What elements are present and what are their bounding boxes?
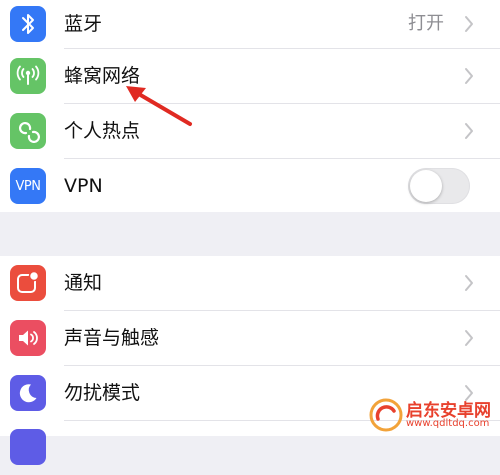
bluetooth-status: 打开 [408,13,444,34]
annotation-arrow-icon [126,86,192,126]
chevron-right-icon [464,122,474,144]
sounds-label: 声音与触感 [64,327,160,349]
screen-time-icon [10,429,46,465]
notifications-label: 通知 [64,272,103,294]
watermark-logo: 启东安卓网 www.qdltdq.com [366,394,500,436]
speaker-icon [10,320,46,356]
connectivity-group: 蓝牙 打开 蜂窝网络 个人热点 VPN VPN [0,0,500,212]
notifications-row[interactable]: 通知 [0,256,500,310]
sounds-row[interactable]: 声音与触感 [0,311,500,365]
chevron-right-icon [464,329,474,351]
chevron-right-icon [464,274,474,296]
hotspot-row[interactable]: 个人热点 [0,104,500,158]
moon-icon [10,375,46,411]
chevron-right-icon [464,67,474,89]
chevron-right-icon [464,15,474,37]
bluetooth-icon [10,6,46,42]
watermark-logo-icon [369,398,403,432]
vpn-icon-text: VPN [15,178,41,194]
antenna-icon [10,58,46,94]
toggle-knob [410,170,442,202]
vpn-label: VPN [64,175,103,197]
vpn-row: VPN VPN [0,159,500,213]
chain-link-icon [10,113,46,149]
vpn-toggle[interactable] [408,168,470,204]
cellular-row[interactable]: 蜂窝网络 [0,49,500,103]
bluetooth-row[interactable]: 蓝牙 打开 [0,0,500,54]
dnd-label: 勿扰模式 [64,382,141,404]
bluetooth-label: 蓝牙 [64,13,103,35]
vpn-icon: VPN [10,168,46,204]
notification-icon [10,265,46,301]
watermark-url: www.qdltdq.com [406,418,490,429]
